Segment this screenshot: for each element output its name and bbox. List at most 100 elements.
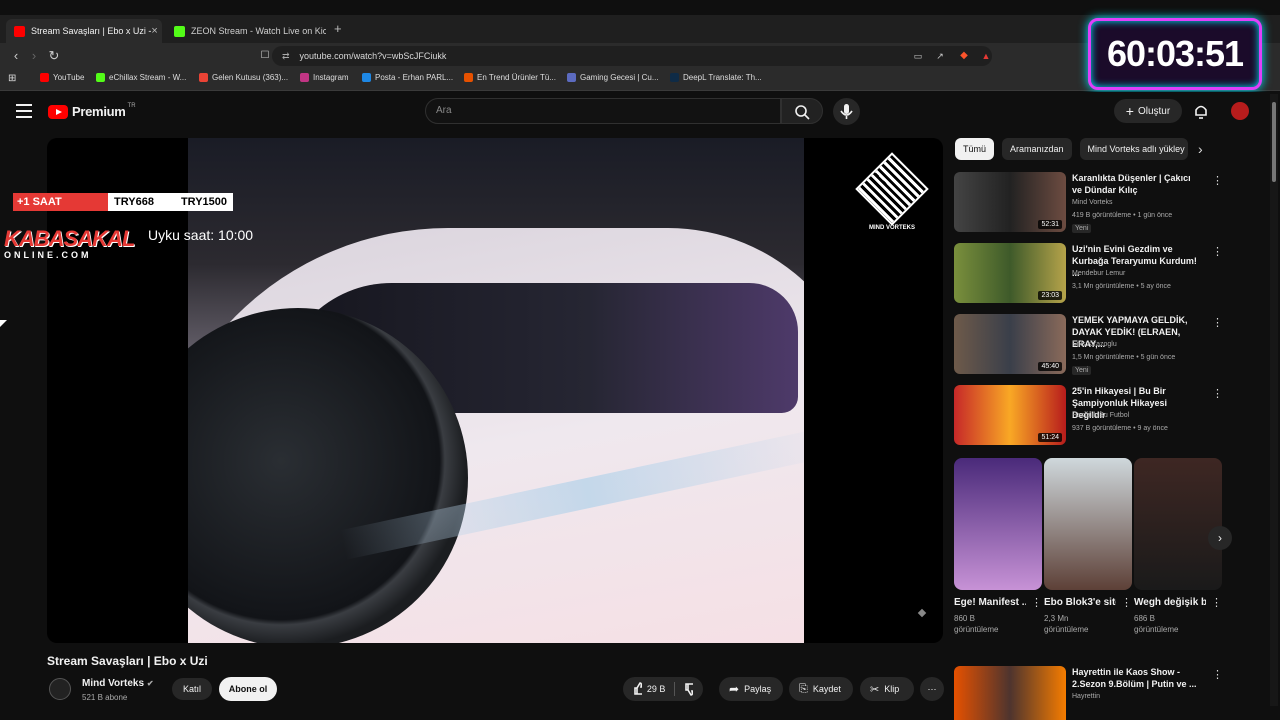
recommendation-item[interactable]: 52:31 Karanlıkta Düşenler | Çakıcı ve Dü… (954, 172, 1223, 234)
more-options-icon[interactable]: ⋮ (1212, 316, 1223, 329)
short-item[interactable]: Ege! Manifest ... 860 B görüntüleme ⋮ (954, 458, 1042, 635)
clip-label: Klip (884, 684, 900, 694)
site-info-icon[interactable]: ⇄ (282, 51, 290, 62)
kabasakal-logo: KABASAKAL ONLINE.COM (4, 226, 135, 260)
cast-icon[interactable]: ▭ (910, 48, 926, 64)
channel-avatar[interactable] (49, 678, 71, 700)
rec-channel: Mind Vorteks (1072, 199, 1113, 206)
share-icon: ➦ (729, 682, 740, 696)
close-tab-icon[interactable]: × (151, 25, 157, 37)
stream-timer: 60:03:51 (1088, 18, 1262, 90)
video-title: Stream Savaşları | Ebo x Uzi (47, 654, 208, 668)
recommendation-item[interactable]: 23:03 Uzi'nin Evini Gezdim ve Kurbağa Te… (954, 243, 1223, 305)
player-control-icon[interactable] (917, 608, 927, 618)
tab-youtube[interactable]: Stream Savaşları | Ebo x Uzi - × (6, 19, 162, 43)
brave-shield-icon[interactable]: ◆ (956, 48, 972, 64)
short-item[interactable]: Wegh değişik bir ... 686 B görüntüleme ⋮ (1134, 458, 1222, 635)
apps-grid-icon[interactable]: ⊞ (8, 73, 16, 84)
chip-uploader[interactable]: Mind Vorteks adlı yükley (1079, 138, 1188, 160)
tab-kick[interactable]: ZEON Stream - Watch Live on Kick (166, 19, 326, 43)
new-tab-button[interactable]: + (334, 21, 342, 36)
notifications-bell-icon[interactable] (1192, 102, 1210, 120)
bookmark-gaming[interactable]: Gaming Gecesi | Cu... (567, 73, 659, 82)
bookmark-star-icon[interactable]: ☐ (257, 48, 273, 64)
rec-meta: 937 B görüntüleme • 9 ay önce (1072, 425, 1168, 432)
short-item[interactable]: Ebo Blok3'e sitem ediyo... 2,3 Mn görünt… (1044, 458, 1132, 635)
more-options-icon[interactable]: ⋮ (1121, 596, 1132, 609)
save-button[interactable]: ⎘ Kaydet (789, 677, 853, 701)
bookmark-kick[interactable]: eChillax Stream - W... (96, 73, 186, 82)
youtube-icon (40, 73, 49, 82)
channel-name[interactable]: Mind Vorteks ✔ (82, 678, 154, 689)
tab-label: Stream Savaşları | Ebo x Uzi - (31, 26, 152, 36)
thumbs-up-icon[interactable] (633, 682, 642, 696)
video-thumbnail: 45:40 (954, 314, 1066, 374)
url-text: youtube.com/watch?v=wbScJFCiukk (299, 51, 447, 61)
search-button[interactable] (781, 98, 823, 124)
account-avatar[interactable] (1231, 102, 1249, 120)
clip-button[interactable]: ✂ Klip (860, 677, 914, 701)
watermark-text: MIND VORTEKS (868, 225, 915, 231)
video-player[interactable]: MIND VORTEKS (47, 138, 943, 643)
shop-icon (464, 73, 473, 82)
like-count[interactable]: 29 B (647, 684, 666, 694)
create-button[interactable]: + Oluştur (1114, 99, 1182, 123)
address-bar[interactable]: ⇄ youtube.com/watch?v=wbScJFCiukk (272, 46, 992, 66)
like-dislike-group: 29 B (623, 677, 703, 701)
forward-arrow-icon[interactable]: › (26, 48, 42, 64)
save-label: Kaydet (812, 684, 841, 694)
chip-from-search[interactable]: Aramanızdan (1002, 138, 1072, 160)
voice-search-button[interactable] (833, 98, 860, 125)
video-thumbnail: 23:03 (954, 243, 1066, 303)
shorts-next-button[interactable]: › (1208, 526, 1232, 550)
share-page-icon[interactable]: ↗ (932, 48, 948, 64)
bookmark-instagram[interactable]: Instagram (300, 73, 349, 82)
reload-icon[interactable]: ↻ (46, 48, 62, 64)
scissors-icon: ✂ (870, 683, 880, 696)
tab-label: ZEON Stream - Watch Live on Kick (191, 26, 326, 36)
kick-favicon-icon (174, 25, 185, 37)
back-arrow-icon[interactable]: ‹ (8, 48, 24, 64)
bookmark-deepl[interactable]: DeepL Translate: Th... (670, 73, 762, 82)
more-options-icon[interactable]: ⋮ (1211, 596, 1222, 609)
bookmark-mail[interactable]: Posta - Erhan PARL... (362, 73, 453, 82)
thumbs-down-icon[interactable] (684, 682, 693, 696)
search-icon (795, 105, 810, 120)
bookmark-gmail[interactable]: Gelen Kutusu (363)... (199, 73, 288, 82)
mail-icon (362, 73, 371, 82)
rec-meta: 1,5 Mn görüntüleme • 5 gün önce (1072, 354, 1176, 361)
chip-all[interactable]: Tümü (955, 138, 995, 160)
recommendation-item[interactable]: 51:24 25'in Hikayesi | Bu Bir Şampiyonlu… (954, 385, 1223, 447)
subscribe-button[interactable]: Abone ol (219, 677, 277, 701)
video-frame (188, 138, 804, 643)
channel-watermark[interactable]: MIND VORTEKS (855, 152, 929, 231)
more-options-icon[interactable]: ⋮ (1212, 174, 1223, 187)
video-thumbnail: 52:31 (954, 172, 1066, 232)
more-actions-button[interactable]: ⋯ (920, 677, 944, 701)
share-button[interactable]: ➦ Paylaş (719, 677, 783, 701)
short-views: 860 B görüntüleme (954, 614, 999, 634)
join-button[interactable]: Katıl (172, 678, 212, 700)
deepl-icon (670, 73, 679, 82)
recommendation-item[interactable]: Hayrettin ile Kaos Show - 2.Sezon 9.Bölü… (954, 666, 1223, 720)
plus-icon: + (1125, 103, 1134, 119)
more-options-icon[interactable]: ⋮ (1212, 245, 1223, 258)
rec-channel: Hastalık Bu Futbol (1072, 412, 1130, 419)
recommendation-item[interactable]: 45:40 YEMEK YAPMAYA GELDİK, DAYAK YEDİK!… (954, 314, 1223, 376)
bookmark-trend[interactable]: En Trend Ürünler Tü... (464, 73, 556, 82)
youtube-logo[interactable]: Premium TR (48, 103, 136, 119)
more-options-icon[interactable]: ⋮ (1031, 596, 1042, 609)
search-input[interactable]: Ara (425, 98, 781, 124)
filter-chips: Tümü Aramanızdan Mind Vorteks adlı yükle… (955, 138, 1188, 160)
verified-icon: ✔ (146, 679, 154, 688)
more-options-icon[interactable]: ⋮ (1212, 668, 1223, 681)
more-options-icon[interactable]: ⋮ (1212, 387, 1223, 400)
youtube-favicon-icon (14, 25, 25, 37)
rewards-icon[interactable]: ▲ (978, 48, 994, 64)
bookmark-youtube[interactable]: YouTube (40, 73, 84, 82)
page-scrollbar[interactable] (1270, 94, 1278, 706)
youtube-play-icon (48, 104, 68, 119)
hamburger-menu-icon[interactable] (16, 104, 32, 118)
instagram-icon (300, 73, 309, 82)
chevron-right-icon[interactable]: › (1198, 141, 1203, 157)
